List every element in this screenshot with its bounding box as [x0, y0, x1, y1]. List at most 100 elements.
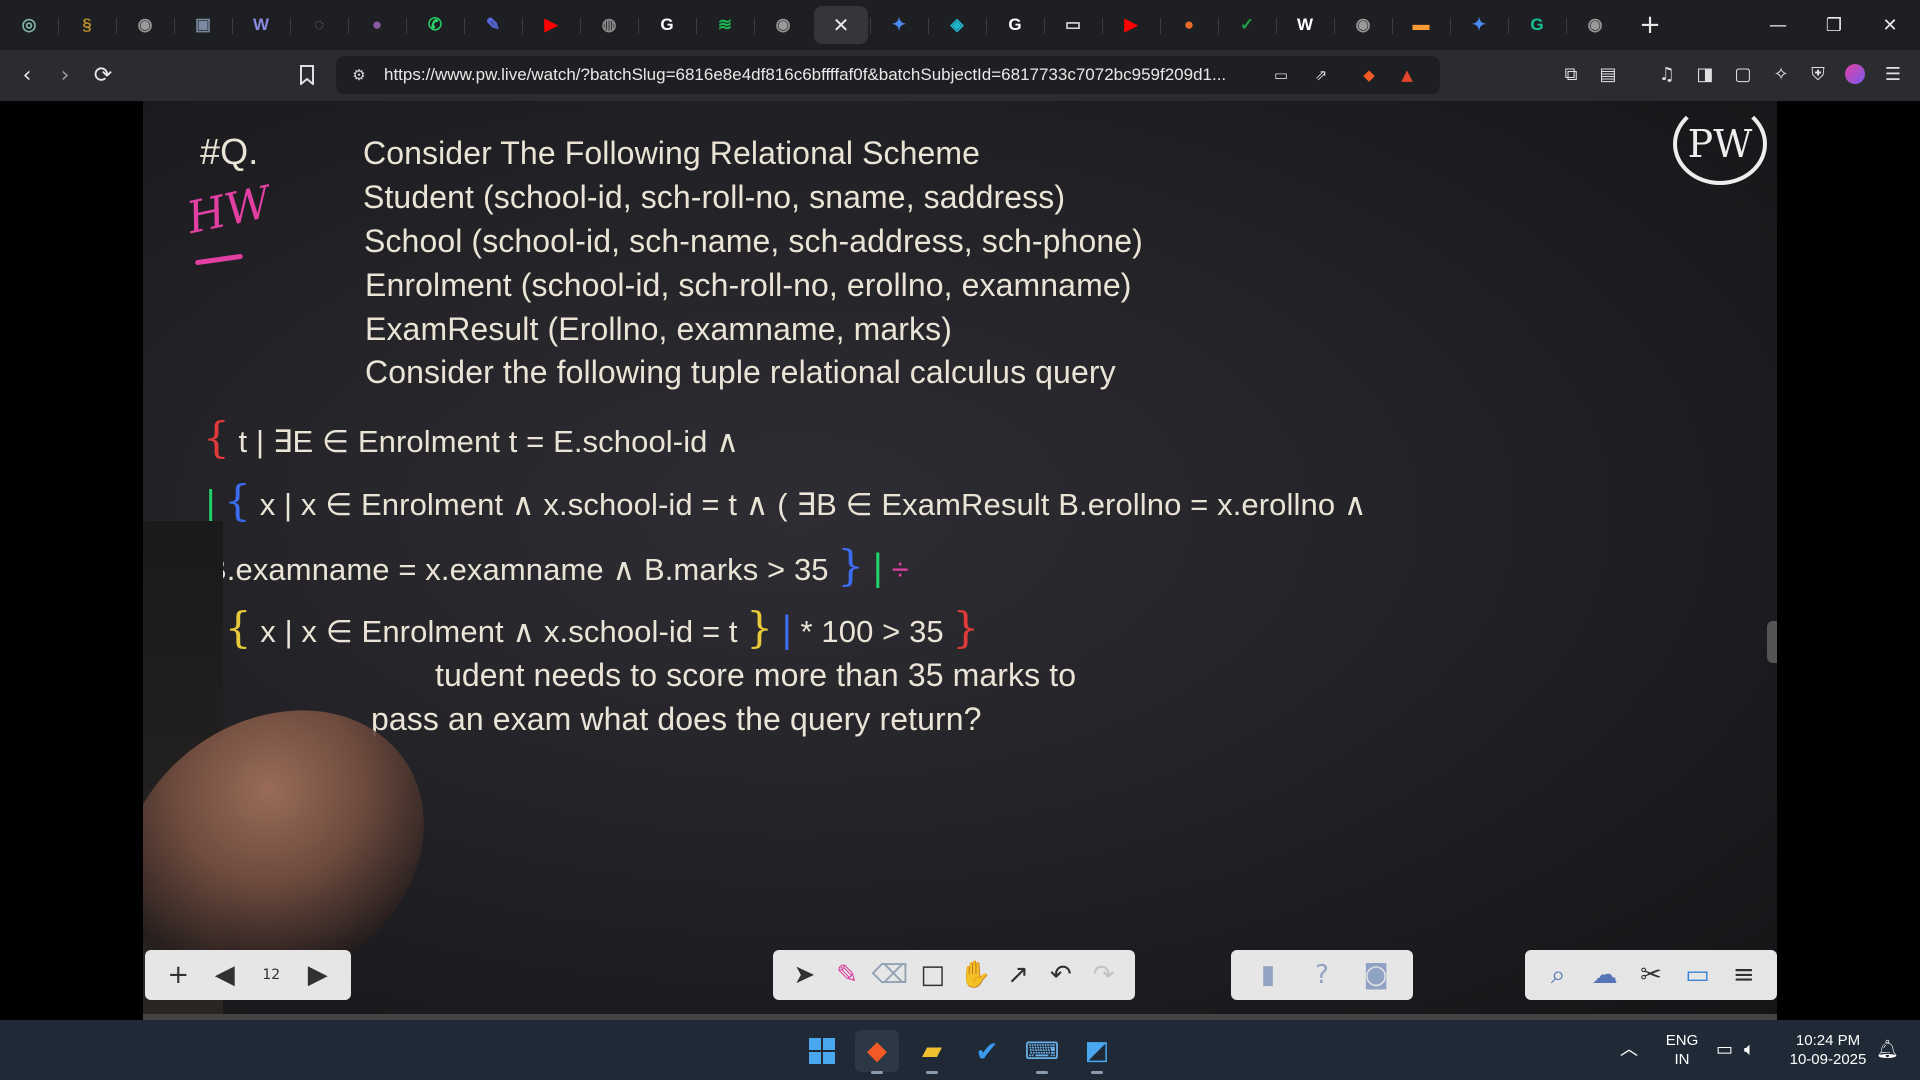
side-panel-handle[interactable]	[1767, 621, 1777, 663]
clock-time: 10:24 PM	[1795, 1032, 1861, 1049]
browser-tab[interactable]: ▣	[174, 6, 232, 44]
clock[interactable]: 10:24 PM 10-09-2025	[1780, 1031, 1876, 1069]
tray-overflow-icon[interactable]: ︿	[1620, 1040, 1638, 1059]
quiz-icon[interactable]: ?	[1304, 957, 1340, 993]
zoom-icon[interactable]: ⌕	[1540, 957, 1576, 993]
browser-tab[interactable]: §	[58, 6, 116, 44]
query-line-1-text: t | ∃E ∈ Enrolment t = E.school-id ∧	[238, 424, 740, 459]
cloud-icon[interactable]: ☁	[1587, 957, 1623, 993]
laser-icon[interactable]: ↗	[1000, 957, 1036, 993]
pen-icon[interactable]: ✎	[829, 957, 865, 993]
drawing-tools-bar: ➤ ✎ ⌫ □ ✋ ↗ ↶ ↷	[773, 950, 1135, 1000]
profile-icon[interactable]	[1840, 56, 1870, 92]
query-line-2: | { x | x ∈ Enrolment ∧ x.school-id = t …	[206, 476, 1367, 525]
browser-tab[interactable]: ◎	[0, 6, 58, 44]
browser-tab[interactable]: ◉	[754, 6, 812, 44]
wallet-icon[interactable]: ▢	[1728, 56, 1758, 92]
browser-tab[interactable]: ◈	[928, 6, 986, 44]
prev-page-icon[interactable]: ◀	[207, 957, 243, 993]
undo-icon[interactable]: ↶	[1043, 957, 1079, 993]
browser-tab[interactable]: G	[1508, 6, 1566, 44]
screen-icon[interactable]: ▭	[1679, 957, 1715, 993]
more-icon[interactable]: ≡	[1726, 957, 1762, 993]
add-page-icon[interactable]: +	[160, 957, 196, 993]
chart-icon[interactable]: ▮	[1250, 957, 1286, 993]
notification-icon[interactable]: 🔔︎	[1876, 1040, 1899, 1059]
taskbar-keyboard[interactable]: ⌨	[1020, 1030, 1064, 1074]
brave-shields-icon[interactable]: ◆	[1358, 64, 1380, 86]
browser-tab[interactable]: ●	[1160, 6, 1218, 44]
browser-tab[interactable]: ▬	[1392, 6, 1450, 44]
browser-tab[interactable]: ✓	[1218, 6, 1276, 44]
next-page-icon[interactable]: ▶	[300, 957, 336, 993]
browser-tab[interactable]: ◌	[290, 6, 348, 44]
spotify-icon: ≋	[717, 15, 733, 34]
address-bar[interactable]: ⚙ https://www.pw.live/watch/?batchSlug=6…	[336, 56, 1440, 94]
camera-icon[interactable]: ◙	[1358, 957, 1394, 993]
taskbar-brave[interactable]: ◆	[855, 1030, 899, 1074]
reload-icon[interactable]: ⟳	[84, 56, 122, 94]
browser-tab[interactable]: G	[638, 6, 696, 44]
bookmark-icon[interactable]	[288, 56, 326, 94]
browser-tab[interactable]: ▶	[1102, 6, 1160, 44]
youtube-icon: ▶	[544, 15, 558, 34]
browser-tab[interactable]: ✎	[464, 6, 522, 44]
browser-tab[interactable]: ✆	[406, 6, 464, 44]
browser-toolbar: ‹ › ⟳ ⚙ https://www.pw.live/watch/?batch…	[0, 50, 1920, 101]
browser-tab[interactable]: W	[232, 6, 290, 44]
browser-tab[interactable]: ≋	[696, 6, 754, 44]
taskbar-file-explorer[interactable]: ▰	[910, 1030, 954, 1074]
extensions-icon[interactable]: ⧉	[1556, 56, 1586, 92]
query-close-brace-blue: }	[837, 541, 865, 590]
google-icon: G	[1008, 15, 1022, 34]
share-icon[interactable]: ⇗	[1310, 64, 1332, 86]
site-settings-icon[interactable]: ⚙	[348, 64, 370, 86]
music-icon[interactable]: ♫	[1652, 56, 1682, 92]
browser-tab[interactable]: ◍	[580, 6, 638, 44]
browser-tab[interactable]: W	[1276, 6, 1334, 44]
clock-date: 10-09-2025	[1789, 1051, 1867, 1068]
check-icon: ✔	[975, 1034, 999, 1068]
eraser-icon[interactable]: ⌫	[872, 957, 909, 993]
pointer-icon[interactable]: ➤	[786, 957, 822, 993]
taskbar-todo[interactable]: ✔	[965, 1030, 1009, 1072]
browser-tab[interactable]: ✦	[1450, 6, 1508, 44]
new-tab-button[interactable]: +	[1630, 6, 1670, 44]
tools-icon[interactable]: ✂	[1633, 957, 1669, 993]
sidebar-icon[interactable]: ◨	[1690, 56, 1720, 92]
browser-tab[interactable]: ✦	[870, 6, 928, 44]
network-icon[interactable]: ▭	[1716, 1040, 1733, 1059]
taskbar-paint[interactable]: ◩	[1075, 1030, 1119, 1074]
url-text[interactable]: https://www.pw.live/watch/?batchSlug=681…	[384, 65, 1226, 85]
close-window-icon[interactable]: ✕	[1862, 0, 1918, 50]
browser-tab[interactable]: ◉	[1566, 6, 1624, 44]
browser-tab[interactable]: ▶	[522, 6, 580, 44]
forward-icon[interactable]: ›	[46, 56, 84, 94]
reader-icon[interactable]: ▤	[1593, 56, 1623, 92]
back-icon[interactable]: ‹	[8, 56, 46, 94]
start-button[interactable]	[800, 1030, 844, 1072]
volume-icon[interactable]: 🔈︎	[1744, 1040, 1755, 1059]
menu-icon[interactable]: ☰	[1878, 56, 1908, 92]
redo-icon[interactable]: ↷	[1086, 957, 1122, 993]
browser-tab[interactable]: G	[986, 6, 1044, 44]
browser-tab[interactable]: ◉	[116, 6, 174, 44]
hand-icon[interactable]: ✋	[957, 957, 993, 993]
browser-tab[interactable]: ◉	[1334, 6, 1392, 44]
leo-ai-icon[interactable]: ✧	[1766, 56, 1796, 92]
page-number: 12	[262, 967, 281, 983]
globe-icon: ◉	[1355, 15, 1371, 34]
browser-tab[interactable]: ▭	[1044, 6, 1102, 44]
restore-icon[interactable]: ❐	[1806, 0, 1862, 50]
vpn-icon[interactable]: ⛨	[1803, 56, 1833, 92]
cast-icon[interactable]: ▭	[1270, 64, 1292, 86]
close-tab-icon[interactable]: ✕	[833, 13, 850, 37]
minimize-icon[interactable]: —	[1750, 0, 1806, 50]
question-line-1: Consider The Following Relational Scheme	[363, 135, 981, 171]
language-indicator[interactable]: ENG IN	[1662, 1031, 1702, 1069]
browser-tab[interactable]: ✕	[814, 6, 868, 44]
browser-tab[interactable]: ●	[348, 6, 406, 44]
video-player[interactable]: #Q. HW PW Consider The Following Relatio…	[143, 101, 1777, 1020]
shape-icon[interactable]: □	[915, 957, 951, 993]
brave-rewards-icon[interactable]: ▲	[1396, 64, 1418, 86]
